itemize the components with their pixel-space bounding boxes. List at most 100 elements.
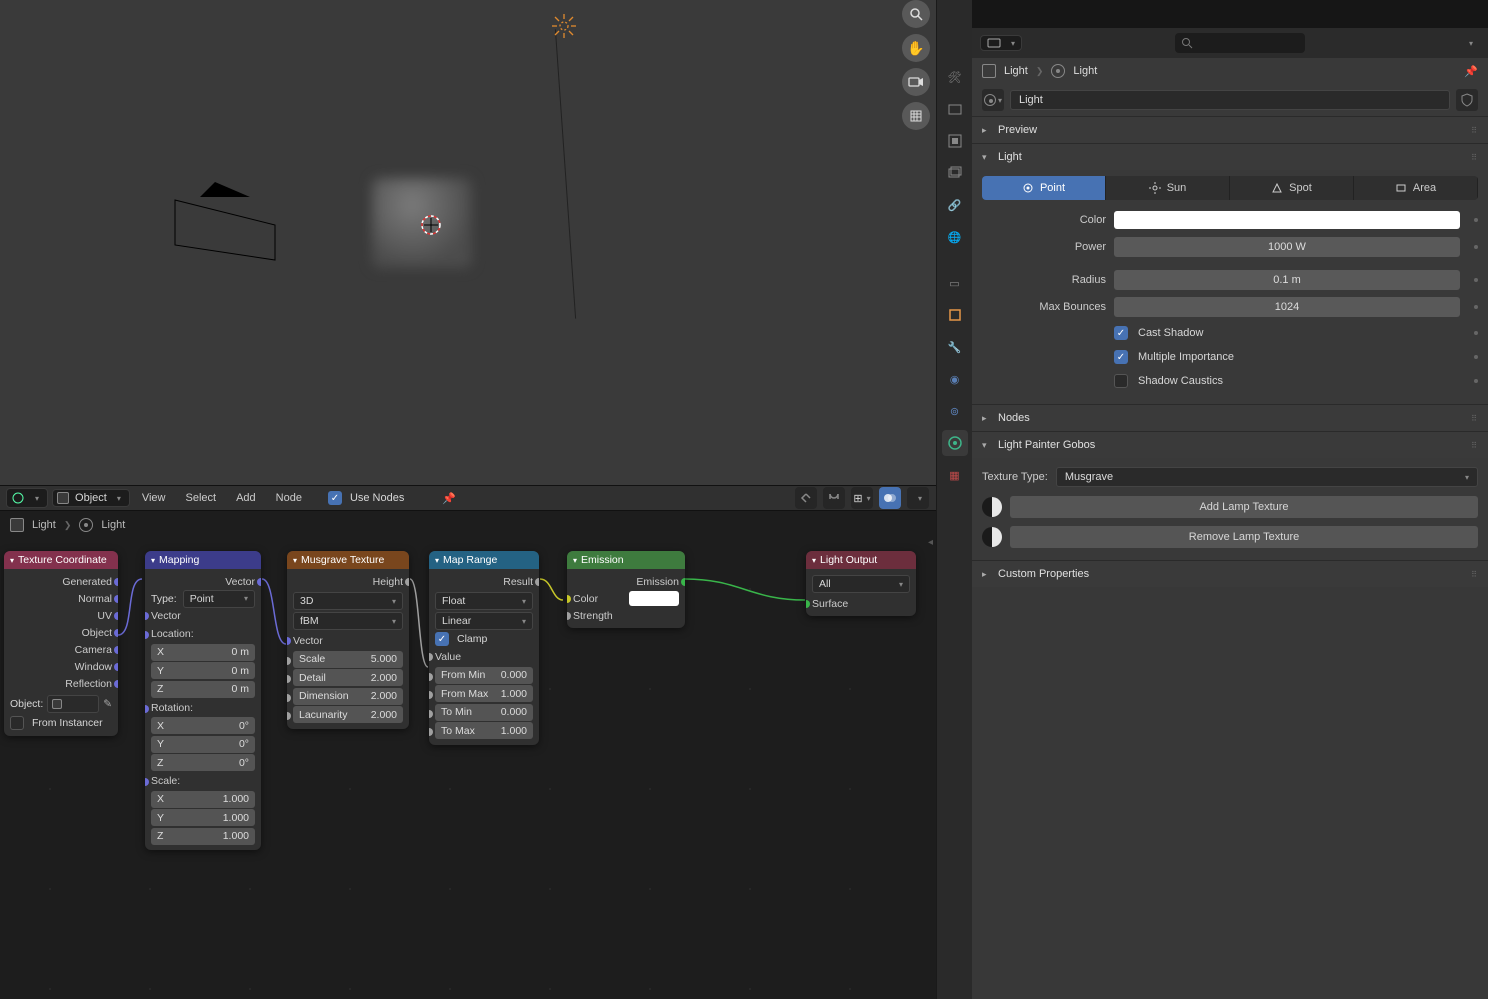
tab-physics-icon[interactable]: ◉	[942, 366, 968, 392]
clamp-checkbox[interactable]: ✓	[435, 632, 449, 646]
multi-importance-checkbox[interactable]: ✓	[1114, 350, 1128, 364]
node-map-range[interactable]: ▾Map Range Result Float▾ Linear▾ ✓Clamp …	[429, 551, 539, 745]
node-texture-coordinate[interactable]: ▾Texture Coordinate Generated Normal UV …	[4, 551, 118, 736]
light-color-swatch[interactable]	[1114, 211, 1460, 229]
emission-color[interactable]	[629, 591, 679, 606]
parent-nodetree-icon[interactable]	[795, 487, 817, 509]
tab-viewlayer-icon[interactable]	[942, 160, 968, 186]
object-picker[interactable]	[47, 695, 99, 713]
rot-x[interactable]: X0°	[151, 717, 255, 734]
mapping-type-select[interactable]: Point▾	[183, 590, 255, 608]
snap-icon[interactable]	[823, 487, 845, 509]
mr-dtype[interactable]: Float▾	[435, 592, 533, 610]
menu-add[interactable]: Add	[228, 489, 264, 507]
tab-constraints-icon[interactable]: ⊚	[942, 398, 968, 424]
tab-collection-icon[interactable]: ▭	[942, 270, 968, 296]
bc-object[interactable]: Light	[1004, 65, 1028, 77]
remove-lamp-texture-button[interactable]: Remove Lamp Texture	[982, 524, 1478, 550]
camera-view-icon[interactable]	[902, 68, 930, 96]
object-icon	[10, 518, 24, 532]
sc-y[interactable]: Y1.000	[151, 809, 255, 826]
pin-icon[interactable]: 📌	[1464, 65, 1478, 78]
mr-interp[interactable]: Linear▾	[435, 612, 533, 630]
mr-fmin[interactable]: From Min0.000	[435, 667, 533, 684]
node-light-output[interactable]: ▾Light Output All▾ Surface	[806, 551, 916, 616]
snap-type-icon[interactable]: ⊞▾	[851, 487, 873, 509]
musgrave-dim[interactable]: 3D▾	[293, 592, 403, 610]
section-nodes[interactable]: ▸Nodes⠿	[972, 405, 1488, 431]
output-target[interactable]: All▾	[812, 575, 910, 593]
section-light[interactable]: ▾Light⠿	[972, 144, 1488, 170]
object-mode-dropdown[interactable]: Object ▾	[52, 489, 130, 507]
viewport-3d[interactable]: ✋	[0, 0, 936, 485]
bc-data-label[interactable]: Light	[101, 519, 125, 531]
m-lac[interactable]: Lacunarity2.000	[293, 706, 403, 723]
mr-tmin[interactable]: To Min0.000	[435, 704, 533, 721]
light-radius-field[interactable]: 0.1 m	[1114, 270, 1460, 290]
m-detail[interactable]: Detail2.000	[293, 669, 403, 686]
loc-y[interactable]: Y0 m	[151, 662, 255, 679]
musgrave-model[interactable]: fBM▾	[293, 612, 403, 630]
node-editor-canvas[interactable]: ▾Texture Coordinate Generated Normal UV …	[0, 539, 936, 999]
section-gobos[interactable]: ▾Light Painter Gobos⠿	[972, 432, 1488, 458]
add-lamp-texture-button[interactable]: Add Lamp Texture	[982, 494, 1478, 520]
tab-scene-icon[interactable]: 🔗	[942, 192, 968, 218]
from-instancer-checkbox[interactable]	[10, 716, 24, 730]
overlay-dropdown[interactable]: ▾	[907, 487, 929, 509]
sc-x[interactable]: X1.000	[151, 791, 255, 808]
tab-world-icon[interactable]: 🌐	[942, 224, 968, 250]
perspective-icon[interactable]	[902, 102, 930, 130]
area-split-handle[interactable]: ◂	[928, 537, 933, 548]
rot-z[interactable]: Z0°	[151, 754, 255, 771]
mr-tmax[interactable]: To Max1.000	[435, 722, 533, 739]
light-bounces-field[interactable]: 1024	[1114, 297, 1460, 317]
camera-object	[155, 175, 285, 285]
props-search[interactable]	[1175, 33, 1305, 53]
node-emission[interactable]: ▾Emission Emission Color Strength	[567, 551, 685, 628]
cast-shadow-checkbox[interactable]: ✓	[1114, 326, 1128, 340]
light-power-field[interactable]: 1000 W	[1114, 237, 1460, 257]
overlay-icon[interactable]	[879, 487, 901, 509]
section-preview[interactable]: ▸Preview⠿	[972, 117, 1488, 143]
sc-z[interactable]: Z1.000	[151, 828, 255, 845]
bc-data[interactable]: Light	[1073, 65, 1097, 77]
zoom-icon[interactable]	[902, 0, 930, 28]
mr-fmax[interactable]: From Max1.000	[435, 685, 533, 702]
m-dim[interactable]: Dimension2.000	[293, 688, 403, 705]
tab-output-icon[interactable]	[942, 128, 968, 154]
pan-icon[interactable]: ✋	[902, 34, 930, 62]
pin-header-icon[interactable]: 📌	[442, 492, 456, 505]
use-nodes-checkbox[interactable]: ✓	[328, 491, 342, 505]
bc-object-label[interactable]: Light	[32, 519, 56, 531]
props-options-icon[interactable]: ▾	[1458, 32, 1480, 54]
section-custom-props[interactable]: ▸Custom Properties⠿	[972, 561, 1488, 587]
editor-type-dropdown[interactable]: ▾	[6, 488, 48, 508]
tab-object-icon[interactable]	[942, 302, 968, 328]
light-type-sun[interactable]: Sun	[1106, 176, 1230, 200]
shield-icon[interactable]	[1456, 89, 1478, 111]
node-title: Texture Coordinate	[18, 554, 107, 566]
rot-y[interactable]: Y0°	[151, 736, 255, 753]
tab-tool-icon[interactable]: 🛠	[942, 64, 968, 90]
menu-select[interactable]: Select	[177, 489, 224, 507]
light-type-spot[interactable]: Spot	[1230, 176, 1354, 200]
eyedropper-icon[interactable]: ✎	[103, 698, 112, 710]
shadow-caustics-checkbox[interactable]	[1114, 374, 1128, 388]
tab-modifiers-icon[interactable]: 🔧	[942, 334, 968, 360]
tab-texture-icon[interactable]: ▦	[942, 462, 968, 488]
loc-x[interactable]: X0 m	[151, 644, 255, 661]
texture-type-select[interactable]: Musgrave▾	[1056, 467, 1478, 487]
light-type-point[interactable]: Point	[982, 176, 1106, 200]
node-musgrave[interactable]: ▾Musgrave Texture Height 3D▾ fBM▾ Vector…	[287, 551, 409, 729]
menu-view[interactable]: View	[134, 489, 174, 507]
menu-node[interactable]: Node	[268, 489, 310, 507]
node-mapping[interactable]: ▾Mapping Vector Type:Point▾ Vector Locat…	[145, 551, 261, 850]
m-scale[interactable]: Scale5.000	[293, 651, 403, 668]
tab-render-icon[interactable]	[942, 96, 968, 122]
light-type-area[interactable]: Area	[1354, 176, 1478, 200]
tab-data-icon[interactable]	[942, 430, 968, 456]
props-context-dropdown[interactable]: ▾	[980, 35, 1022, 51]
data-browse-icon[interactable]: ▾	[982, 89, 1004, 111]
data-id-field[interactable]: Light	[1010, 90, 1450, 110]
loc-z[interactable]: Z0 m	[151, 681, 255, 698]
